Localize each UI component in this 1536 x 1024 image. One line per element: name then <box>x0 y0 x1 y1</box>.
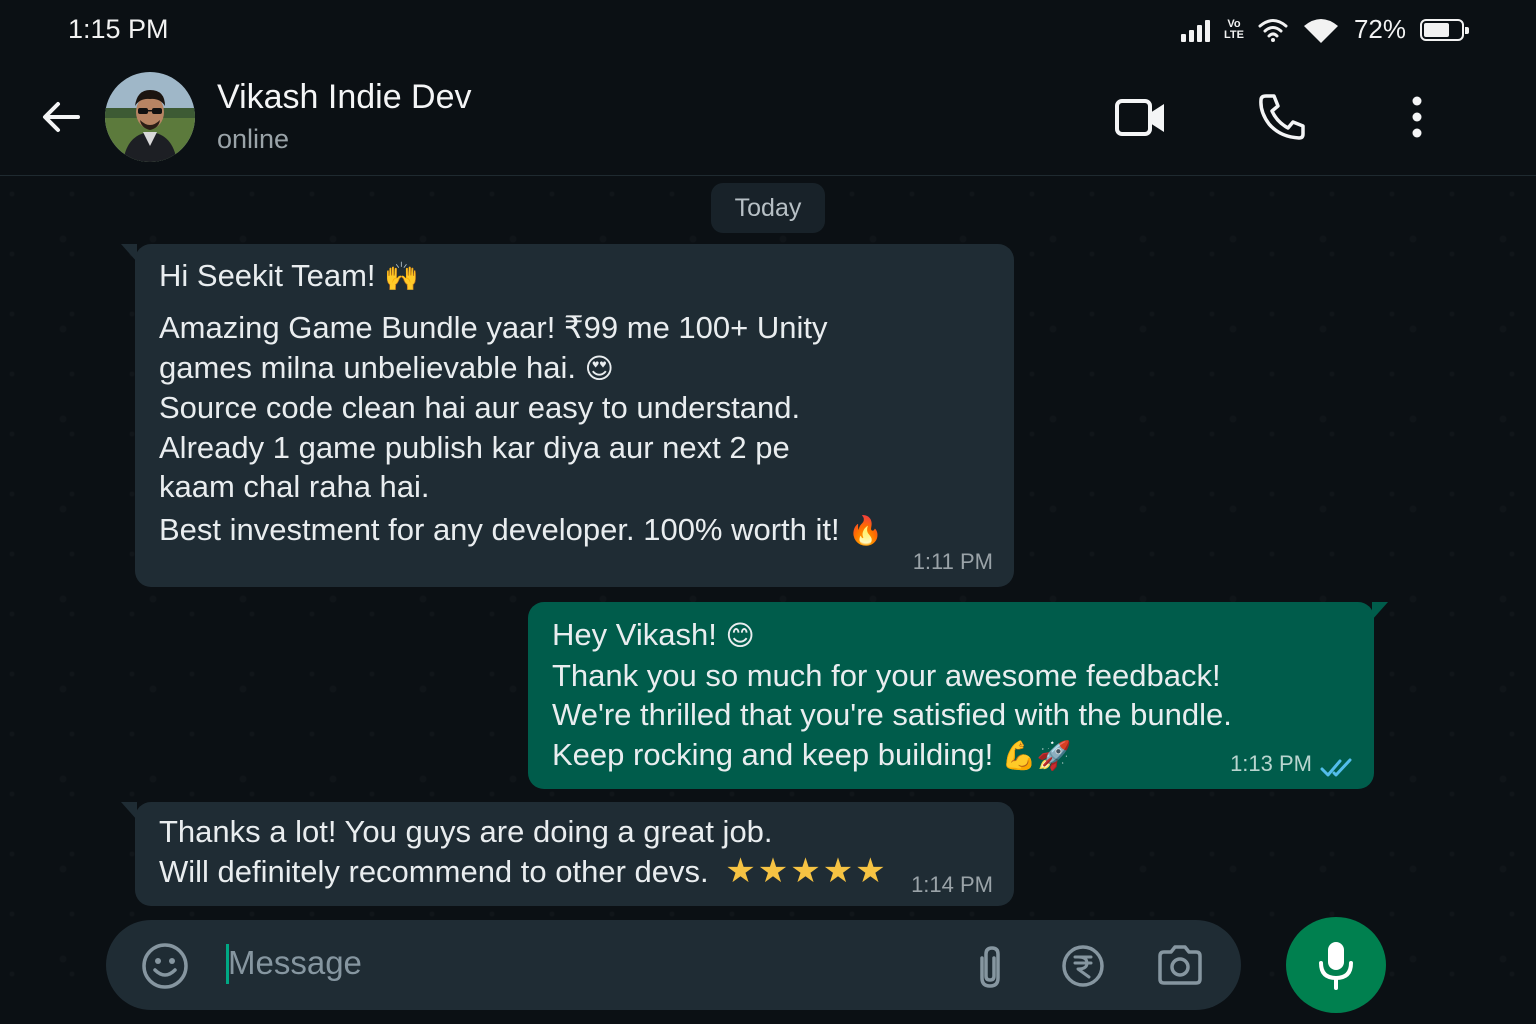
message-line: Already 1 game publish kar diya aur next… <box>159 429 790 465</box>
video-call-icon[interactable] <box>1114 98 1168 138</box>
volte-top-label: Vo <box>1227 17 1241 30</box>
signal-icon <box>1180 18 1210 42</box>
attach-icon[interactable] <box>972 944 1008 990</box>
rupee-payment-icon[interactable] <box>1060 943 1106 989</box>
message-line: Thanks a lot! You guys are doing a great… <box>159 814 773 849</box>
battery-fill <box>1424 22 1449 37</box>
emoji-icon[interactable] <box>140 941 190 991</box>
message-line: Thank you so much for your awesome feedb… <box>552 657 1221 693</box>
message-incoming[interactable]: Thanks a lot! You guys are doing a great… <box>121 802 1014 906</box>
message-text: Will definitely recommend to other devs. <box>159 853 709 889</box>
microphone-button[interactable] <box>1286 917 1386 1013</box>
avatar[interactable] <box>105 72 195 162</box>
message-line: Best investment for any developer. 100% … <box>159 510 883 551</box>
date-separator: Today <box>711 183 825 233</box>
fire-emoji: 🔥 <box>848 514 884 547</box>
message-line: kaam chal raha hai. <box>159 469 430 504</box>
more-options-icon[interactable] <box>1408 96 1426 140</box>
message-outgoing[interactable]: Hey Vikash! 😊 Thank you so much for your… <box>528 602 1388 789</box>
message-text: Hi Seekit Team! <box>159 258 376 293</box>
message-incoming[interactable]: Hi Seekit Team! 🙌 Amazing Game Bundle ya… <box>121 244 1014 587</box>
bubble-tail <box>121 802 137 820</box>
wifi-icon <box>1303 18 1338 43</box>
battery-icon <box>1420 18 1469 41</box>
star-rating: ★★★★★ <box>725 850 888 891</box>
message-time: 1:14 PM <box>911 871 993 897</box>
avatar-image <box>105 72 195 162</box>
message-body: Thanks a lot! You guys are doing a great… <box>159 812 888 891</box>
message-line: Hey Vikash! 😊 <box>552 615 1232 656</box>
message-line: games milna unbelievable hai. 😍 <box>159 348 827 389</box>
smile-emoji: 😊 <box>725 619 755 652</box>
bubble-tail <box>1372 602 1388 620</box>
message-text: Keep rocking and keep building! <box>552 736 994 772</box>
message-time: 1:11 PM <box>912 548 993 574</box>
voice-call-icon[interactable] <box>1256 92 1310 142</box>
contact-status: online <box>217 124 290 154</box>
back-arrow-icon[interactable] <box>38 94 84 140</box>
battery-percent: 72% <box>1353 14 1406 44</box>
message-line: Keep rocking and keep building! 💪🚀 <box>552 735 1232 776</box>
message-input[interactable]: Message <box>228 944 362 982</box>
message-body: Amazing Game Bundle yaar! ₹99 me 100+ Un… <box>159 308 827 507</box>
message-line: Source code clean hai aur easy to unders… <box>159 390 801 425</box>
message-time: 1:13 PM <box>1230 750 1312 776</box>
bubble-tail <box>121 244 137 262</box>
message-body: Hey Vikash! 😊 Thank you so much for your… <box>552 615 1232 775</box>
status-bar: 1:15 PM Vo LTE 72% <box>0 0 1536 60</box>
message-composer[interactable]: Message <box>106 920 1241 1010</box>
raising-hands-emoji: 🙌 <box>384 260 420 293</box>
read-receipt-icon <box>1320 758 1352 777</box>
status-icons: Vo LTE 72% <box>1180 14 1469 45</box>
volte-icon: Vo LTE <box>1223 17 1244 41</box>
microphone-icon <box>1319 942 1353 990</box>
message-text: Hey Vikash! <box>552 617 717 652</box>
message-line: Will definitely recommend to other devs.… <box>159 850 888 892</box>
message-line: Amazing Game Bundle yaar! ₹99 me 100+ Un… <box>159 310 828 345</box>
message-text: Best investment for any developer. 100% … <box>159 512 840 547</box>
contact-name[interactable]: Vikash Indie Dev <box>217 78 472 117</box>
message-line: We're thrilled that you're satisfied wit… <box>552 697 1232 732</box>
message-text: games milna unbelievable hai. <box>159 349 577 385</box>
muscle-rocket-emoji: 💪🚀 <box>1001 738 1072 772</box>
message-line: Hi Seekit Team! 🙌 <box>159 256 419 297</box>
wifi-small-icon <box>1258 18 1288 42</box>
volte-bottom-label: LTE <box>1223 28 1244 41</box>
status-time: 1:15 PM <box>68 14 169 44</box>
camera-icon[interactable] <box>1156 944 1204 986</box>
heart-eyes-emoji: 😍 <box>584 351 614 385</box>
chat-header: Vikash Indie Dev online <box>0 60 1536 176</box>
